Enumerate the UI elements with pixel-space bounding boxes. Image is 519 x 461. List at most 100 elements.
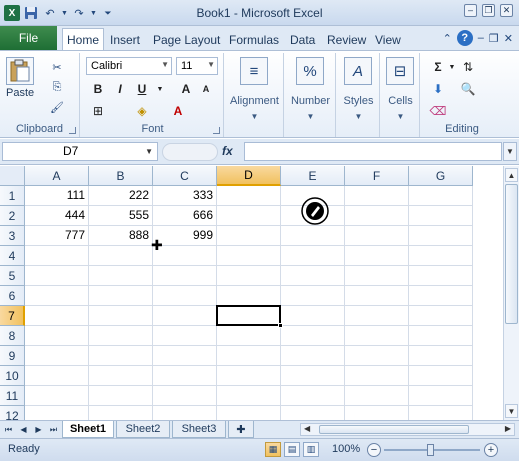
clear-icon[interactable]: ⌫ [430, 103, 447, 119]
font-name-combo[interactable]: Calibri ▼ [86, 57, 172, 75]
cell-g8[interactable] [409, 326, 473, 346]
cell-c5[interactable] [153, 266, 217, 286]
cell-a7[interactable] [25, 306, 89, 326]
cell-b1[interactable]: 222 [89, 186, 153, 206]
cell-f5[interactable] [345, 266, 409, 286]
restore-button[interactable]: ❐ [482, 4, 495, 17]
cell-f1[interactable] [345, 186, 409, 206]
cell-c9[interactable] [153, 346, 217, 366]
tab-page-layout[interactable]: Page Layout [149, 30, 224, 50]
cell-g3[interactable] [409, 226, 473, 246]
last-sheet-icon[interactable]: ⏭ [47, 423, 60, 436]
tab-data[interactable]: Data [286, 30, 319, 50]
cell-g12[interactable] [409, 406, 473, 420]
vertical-scroll-thumb[interactable] [505, 184, 518, 324]
cell-e11[interactable] [281, 386, 345, 406]
column-header-f[interactable]: F [345, 166, 409, 186]
worksheet-grid[interactable]: A B C D E F G 1 111 222 333 2 444 555 666 3 777 888 999 4 5 6… [0, 166, 503, 420]
font-color-icon[interactable]: A [170, 103, 186, 119]
cell-d12[interactable] [217, 406, 281, 420]
number-button[interactable]: % [296, 57, 324, 87]
cell-a11[interactable] [25, 386, 89, 406]
workbook-minimize-icon[interactable]: – [478, 32, 484, 44]
column-header-e[interactable]: E [281, 166, 345, 186]
cell-b10[interactable] [89, 366, 153, 386]
row-header-6[interactable]: 6 [0, 286, 25, 306]
cell-g5[interactable] [409, 266, 473, 286]
cell-d9[interactable] [217, 346, 281, 366]
prev-sheet-icon[interactable]: ◀ [17, 423, 30, 436]
first-sheet-icon[interactable]: ⏮ [2, 423, 15, 436]
cell-a6[interactable] [25, 286, 89, 306]
sheet-tab-3[interactable]: Sheet3 [172, 421, 226, 438]
row-header-3[interactable]: 3 [0, 226, 25, 246]
font-launcher-icon[interactable] [213, 127, 220, 134]
normal-view-icon[interactable]: ▦ [265, 442, 281, 457]
row-header-2[interactable]: 2 [0, 206, 25, 226]
vertical-scrollbar[interactable]: ▲ ▼ [503, 166, 519, 420]
cell-e8[interactable] [281, 326, 345, 346]
cell-a5[interactable] [25, 266, 89, 286]
styles-button[interactable]: A [344, 57, 372, 87]
zoom-out-button[interactable]: − [367, 443, 381, 457]
cell-f11[interactable] [345, 386, 409, 406]
scroll-up-icon[interactable]: ▲ [505, 168, 518, 182]
grow-font-button[interactable]: A [178, 81, 194, 97]
floating-object-icon[interactable] [300, 196, 330, 226]
format-painter-icon[interactable]: 🖌 [48, 99, 66, 115]
cell-g6[interactable] [409, 286, 473, 306]
autosum-dropdown-icon[interactable]: ▼ [444, 59, 460, 75]
next-sheet-icon[interactable]: ▶ [32, 423, 45, 436]
minimize-button[interactable]: – [464, 4, 477, 17]
tab-home[interactable]: Home [62, 28, 105, 50]
cell-g7[interactable] [409, 306, 473, 326]
name-box[interactable]: D7 ▼ [2, 142, 158, 161]
cell-a3[interactable]: 777 [25, 226, 89, 246]
insert-function-button[interactable]: fx [222, 144, 233, 158]
cell-g2[interactable] [409, 206, 473, 226]
tab-view[interactable]: View [371, 30, 405, 50]
cell-c12[interactable] [153, 406, 217, 420]
cell-a10[interactable] [25, 366, 89, 386]
cell-b8[interactable] [89, 326, 153, 346]
zoom-slider-thumb[interactable] [427, 444, 434, 456]
sheet-tab-1[interactable]: Sheet1 [62, 421, 114, 438]
horizontal-scrollbar[interactable]: ◀ ▶ [300, 423, 515, 436]
copy-icon[interactable]: ⎘ [48, 79, 66, 95]
row-header-11[interactable]: 11 [0, 386, 25, 406]
cell-c8[interactable] [153, 326, 217, 346]
cell-b3[interactable]: 888 [89, 226, 153, 246]
cell-g1[interactable] [409, 186, 473, 206]
cell-c7[interactable] [153, 306, 217, 326]
workbook-restore-icon[interactable]: ❐ [489, 32, 499, 45]
styles-dropdown-icon[interactable]: ▼ [338, 112, 379, 121]
cell-b11[interactable] [89, 386, 153, 406]
formula-input[interactable] [244, 142, 502, 161]
cell-f9[interactable] [345, 346, 409, 366]
page-break-view-icon[interactable]: ▥ [303, 442, 319, 457]
cell-f6[interactable] [345, 286, 409, 306]
cell-a12[interactable] [25, 406, 89, 420]
cell-c11[interactable] [153, 386, 217, 406]
help-icon[interactable]: ? [456, 30, 473, 46]
cell-e6[interactable] [281, 286, 345, 306]
cell-a8[interactable] [25, 326, 89, 346]
cell-g4[interactable] [409, 246, 473, 266]
column-header-d[interactable]: D [217, 166, 281, 186]
cell-c1[interactable]: 333 [153, 186, 217, 206]
cell-d5[interactable] [217, 266, 281, 286]
cell-c2[interactable]: 666 [153, 206, 217, 226]
cell-e4[interactable] [281, 246, 345, 266]
cell-c6[interactable] [153, 286, 217, 306]
zoom-in-button[interactable]: + [484, 443, 498, 457]
cell-f3[interactable] [345, 226, 409, 246]
cell-b5[interactable] [89, 266, 153, 286]
expand-formula-bar-icon[interactable]: ▼ [503, 142, 517, 161]
cell-f8[interactable] [345, 326, 409, 346]
cell-d8[interactable] [217, 326, 281, 346]
italic-button[interactable]: I [112, 81, 128, 97]
cell-f7[interactable] [345, 306, 409, 326]
page-layout-view-icon[interactable]: ▤ [284, 442, 300, 457]
tab-insert[interactable]: Insert [106, 30, 144, 50]
column-header-a[interactable]: A [25, 166, 89, 186]
